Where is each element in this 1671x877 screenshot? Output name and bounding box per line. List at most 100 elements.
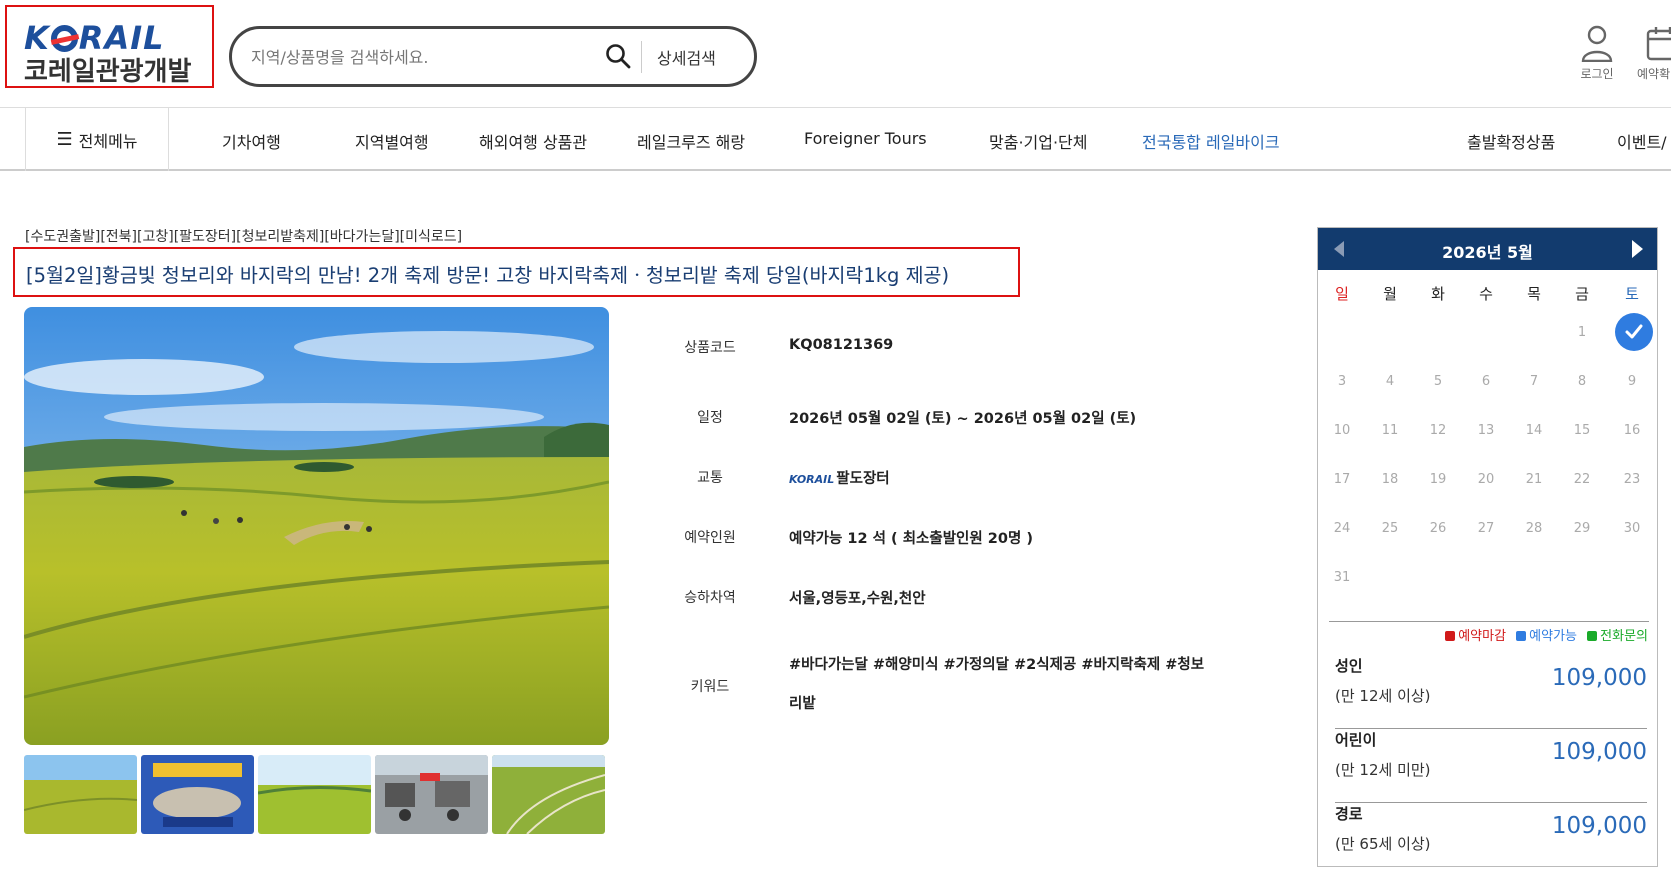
info-label: 키워드 xyxy=(690,679,730,695)
user-icon xyxy=(1581,25,1613,62)
all-menu-button[interactable]: ☰ 전체메뉴 xyxy=(25,108,169,171)
weekday-wed: 수 xyxy=(1479,285,1493,303)
login-label: 로그인 xyxy=(1580,67,1614,81)
calendar-day[interactable]: 27 xyxy=(1466,521,1506,536)
thumbnail-5[interactable] xyxy=(492,755,605,834)
nav-item-rail-cruise[interactable]: 레일크루즈 해랑 xyxy=(637,129,745,153)
legend-closed-swatch xyxy=(1445,631,1456,641)
calendar-day[interactable]: 11 xyxy=(1370,423,1410,438)
nav-item-overseas[interactable]: 해외여행 상품관 xyxy=(479,129,587,153)
calendar-day[interactable]: 13 xyxy=(1466,423,1506,438)
calendar-day[interactable]: 14 xyxy=(1514,423,1554,438)
selected-day[interactable] xyxy=(1615,313,1653,351)
legend-available: 예약가능 xyxy=(1529,629,1578,644)
info-label: 예약인원 xyxy=(684,530,736,546)
search-input[interactable] xyxy=(251,43,581,71)
thumbnail-4[interactable] xyxy=(375,755,488,834)
info-label: 상품코드 xyxy=(684,340,736,356)
nav-item-train-travel[interactable]: 기차여행 xyxy=(222,129,281,153)
barley-field-image xyxy=(24,307,609,745)
calendar-day[interactable]: 1 xyxy=(1562,325,1602,340)
weekday-tue: 화 xyxy=(1431,285,1445,303)
calendar-day[interactable]: 22 xyxy=(1562,472,1602,487)
nav-item-foreigner-tours[interactable]: Foreigner Tours xyxy=(804,129,927,148)
thumbnail-2[interactable] xyxy=(141,755,254,834)
calendar-month: 2026년 5월 xyxy=(1442,243,1533,262)
thumbnail-1[interactable] xyxy=(24,755,137,834)
main-nav: ☰ 전체메뉴 기차여행 지역별여행 해외여행 상품관 레일크루즈 해랑 Fore… xyxy=(0,108,1671,171)
calendar-day[interactable]: 8 xyxy=(1562,374,1602,389)
search-bar: 상세검색 xyxy=(229,26,757,87)
calendar-day[interactable]: 23 xyxy=(1612,472,1652,487)
calendar-day[interactable]: 16 xyxy=(1612,423,1652,438)
calendar-day[interactable]: 20 xyxy=(1466,472,1506,487)
info-label: 교통 xyxy=(697,470,723,486)
check-icon xyxy=(1625,324,1643,339)
transport-name: 팔도장터 xyxy=(836,471,890,487)
site-header: KRAIL 코레일관광개발 상세검색 로그인 예약확 xyxy=(0,0,1671,108)
nav-item-custom-group[interactable]: 맞춤·기업·단체 xyxy=(989,129,1088,153)
calendar-day[interactable]: 4 xyxy=(1370,374,1410,389)
info-value: KQ08121369 xyxy=(789,337,894,353)
weekday-fri: 금 xyxy=(1575,285,1589,303)
site-logo[interactable]: K RAIL 코레일관광개발 xyxy=(5,5,214,88)
price-amount: 109,000 xyxy=(1551,739,1647,765)
search-icon[interactable] xyxy=(604,42,632,70)
price-adult: 성인 (만 12세 이상) 109,000 xyxy=(1335,655,1647,729)
weekday-sun: 일 xyxy=(1335,285,1349,303)
logo-korean-text: 코레일관광개발 xyxy=(24,57,192,87)
calendar-day[interactable]: 7 xyxy=(1514,374,1554,389)
info-value: 예약가능 12 석 ( 최소출발인원 20명 ) xyxy=(789,531,1033,547)
nav-item-confirmed-departures[interactable]: 출발확정상품 xyxy=(1467,129,1555,153)
calendar-day[interactable]: 6 xyxy=(1466,374,1506,389)
calendar-day[interactable]: 5 xyxy=(1418,374,1458,389)
calendar-day[interactable]: 31 xyxy=(1322,570,1362,585)
calendar-day[interactable]: 24 xyxy=(1322,521,1362,536)
booking-calendar: 2026년 5월 일 월 화 수 목 금 토 1 3 4 5 6 7 8 9 1… xyxy=(1317,227,1658,867)
info-value: KORAIL 팔도장터 xyxy=(789,467,890,488)
login-button[interactable]: 로그인 xyxy=(1567,24,1627,82)
thumbnail-image xyxy=(258,755,371,834)
price-amount: 109,000 xyxy=(1551,665,1647,691)
calendar-day[interactable]: 29 xyxy=(1562,521,1602,536)
info-label: 승하차역 xyxy=(684,590,736,606)
calendar-day[interactable]: 17 xyxy=(1322,472,1362,487)
calendar-header: 2026년 5월 xyxy=(1318,228,1657,270)
next-month-icon[interactable] xyxy=(1632,240,1643,258)
calendar-day[interactable]: 10 xyxy=(1322,423,1362,438)
nav-item-events[interactable]: 이벤트/ xyxy=(1617,129,1667,153)
reservation-button[interactable]: 예약확 xyxy=(1625,24,1671,82)
calendar-day[interactable]: 9 xyxy=(1612,374,1652,389)
thumbnail-3[interactable] xyxy=(258,755,371,834)
product-main-image[interactable] xyxy=(24,307,609,745)
calendar-day[interactable]: 21 xyxy=(1514,472,1554,487)
calendar-day[interactable]: 18 xyxy=(1370,472,1410,487)
calendar-day[interactable]: 12 xyxy=(1418,423,1458,438)
info-label: 일정 xyxy=(697,410,723,426)
price-senior: 경로 (만 65세 이상) 109,000 xyxy=(1335,803,1647,877)
nav-item-rail-bike[interactable]: 전국통합 레일바이크 xyxy=(1142,129,1280,153)
detail-search-button[interactable]: 상세검색 xyxy=(657,45,716,69)
info-value: #바다가는달 #해양미식 #가정의달 #2식제공 #바지락축제 #청보리밭 xyxy=(789,657,1205,712)
calendar-day[interactable]: 15 xyxy=(1562,423,1602,438)
calendar-day[interactable]: 30 xyxy=(1612,521,1652,536)
price-condition: (만 12세 미만) xyxy=(1335,761,1431,779)
calendar-day[interactable]: 25 xyxy=(1370,521,1410,536)
calendar-day[interactable]: 26 xyxy=(1418,521,1458,536)
thumbnail-image xyxy=(141,755,254,834)
calendar-day[interactable]: 3 xyxy=(1322,374,1362,389)
price-type: 어린이 xyxy=(1335,731,1377,749)
legend-phone-swatch xyxy=(1587,631,1598,641)
price-condition: (만 65세 이상) xyxy=(1335,835,1431,853)
legend-available-swatch xyxy=(1516,631,1527,641)
legend-phone: 전화문의 xyxy=(1600,629,1648,644)
korail-badge: KORAIL xyxy=(789,473,835,486)
product-title: [5월2일]황금빛 청보리와 바지락의 만남! 2개 축제 방문! 고창 바지락… xyxy=(26,264,950,287)
calendar-day[interactable]: 28 xyxy=(1514,521,1554,536)
legend-closed: 예약마감 xyxy=(1458,629,1507,644)
nav-item-regional-travel[interactable]: 지역별여행 xyxy=(355,129,429,153)
price-type: 경로 xyxy=(1335,805,1363,823)
product-title-box: [5월2일]황금빛 청보리와 바지락의 만남! 2개 축제 방문! 고창 바지락… xyxy=(13,247,1020,297)
weekday-mon: 월 xyxy=(1383,285,1397,303)
calendar-day[interactable]: 19 xyxy=(1418,472,1458,487)
